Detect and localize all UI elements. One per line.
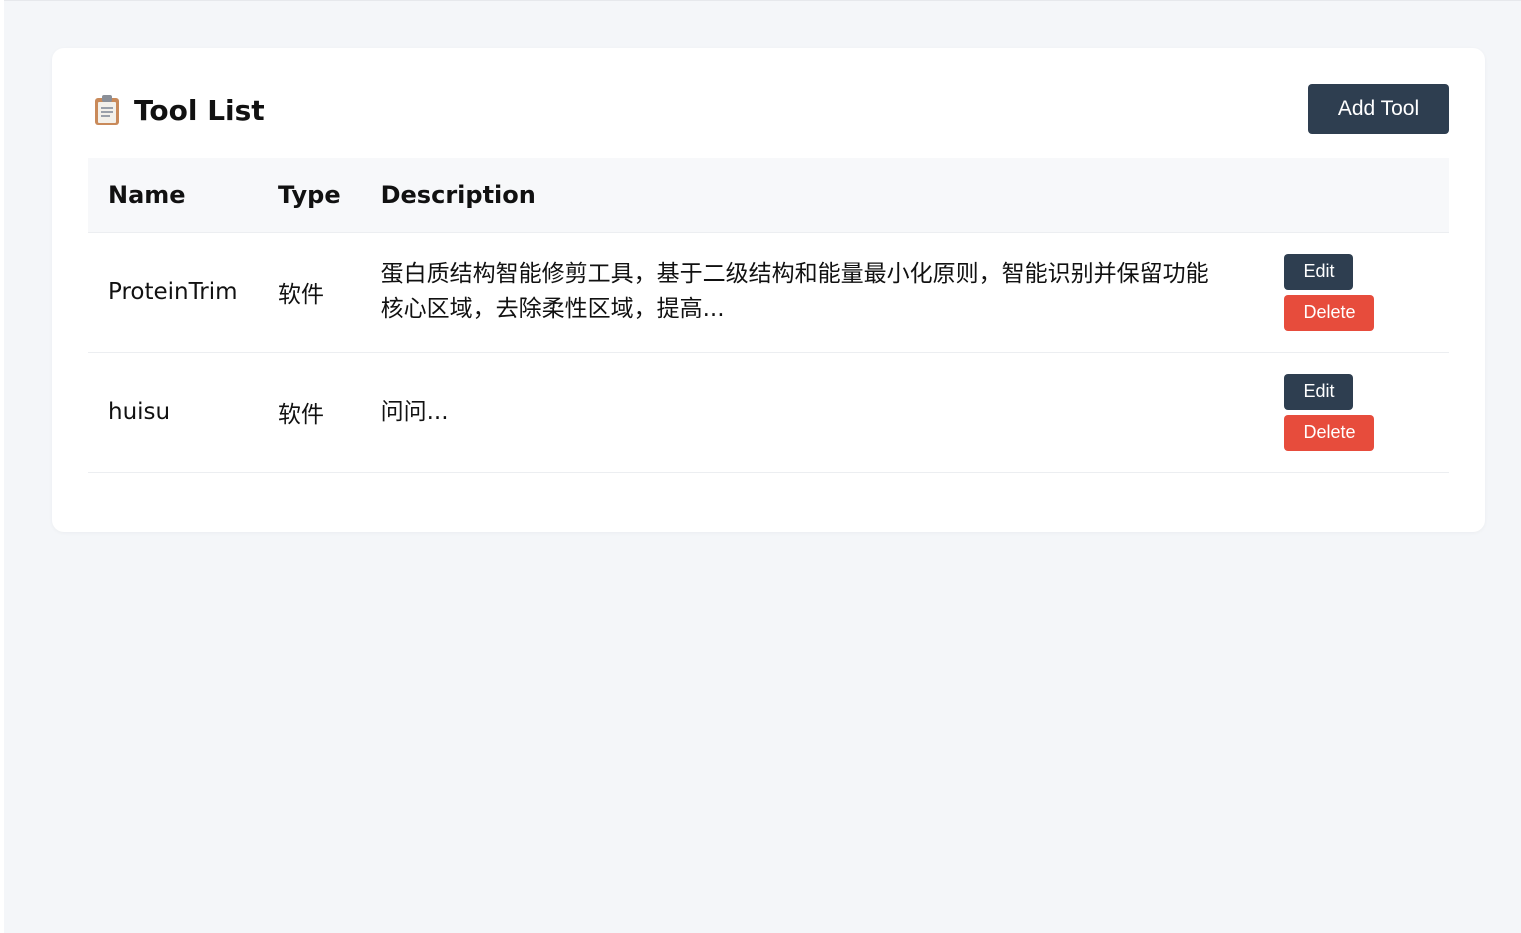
- add-tool-button[interactable]: Add Tool: [1308, 84, 1449, 134]
- page-title: Tool List: [134, 93, 265, 127]
- tool-name-cell: huisu: [88, 352, 258, 473]
- top-border: [0, 0, 1521, 1]
- tool-actions-cell: Edit Delete: [1264, 352, 1449, 473]
- delete-button[interactable]: Delete: [1284, 414, 1375, 451]
- table-row: huisu 软件 问问... Edit Delete: [88, 352, 1449, 473]
- title-wrap: Tool List: [92, 90, 265, 130]
- tool-description-cell: 蛋白质结构智能修剪工具，基于二级结构和能量最小化原则，智能识别并保留功能核心区域…: [360, 232, 1265, 353]
- card-header: Tool List Add Tool: [88, 84, 1449, 134]
- left-edge: [0, 0, 4, 933]
- column-header-name: Name: [88, 158, 258, 233]
- tool-description: 问问...: [380, 398, 449, 425]
- tool-type-cell: 软件: [257, 232, 361, 353]
- edit-button[interactable]: Edit: [1284, 253, 1354, 290]
- table-header-row: Name Type Description: [88, 158, 1449, 233]
- tool-description-cell: 问问...: [360, 352, 1265, 473]
- tool-table: Name Type Description ProteinTrim 软件 蛋白质…: [88, 158, 1449, 473]
- tool-type-cell: 软件: [257, 352, 361, 473]
- tool-list-card: Tool List Add Tool Name Type Description…: [52, 48, 1485, 532]
- row-actions: Edit Delete: [1284, 253, 1429, 331]
- tool-actions-cell: Edit Delete: [1264, 232, 1449, 353]
- column-header-actions: [1264, 158, 1449, 233]
- column-header-type: Type: [257, 158, 361, 233]
- tool-description: 蛋白质结构智能修剪工具，基于二级结构和能量最小化原则，智能识别并保留功能核心区域…: [380, 261, 1209, 322]
- delete-button[interactable]: Delete: [1284, 294, 1375, 331]
- column-header-description: Description: [360, 158, 1265, 233]
- row-actions: Edit Delete: [1284, 373, 1429, 451]
- table-row: ProteinTrim 软件 蛋白质结构智能修剪工具，基于二级结构和能量最小化原…: [88, 232, 1449, 353]
- clipboard-icon: [92, 94, 122, 126]
- tool-name-cell: ProteinTrim: [88, 232, 258, 353]
- edit-button[interactable]: Edit: [1284, 373, 1354, 410]
